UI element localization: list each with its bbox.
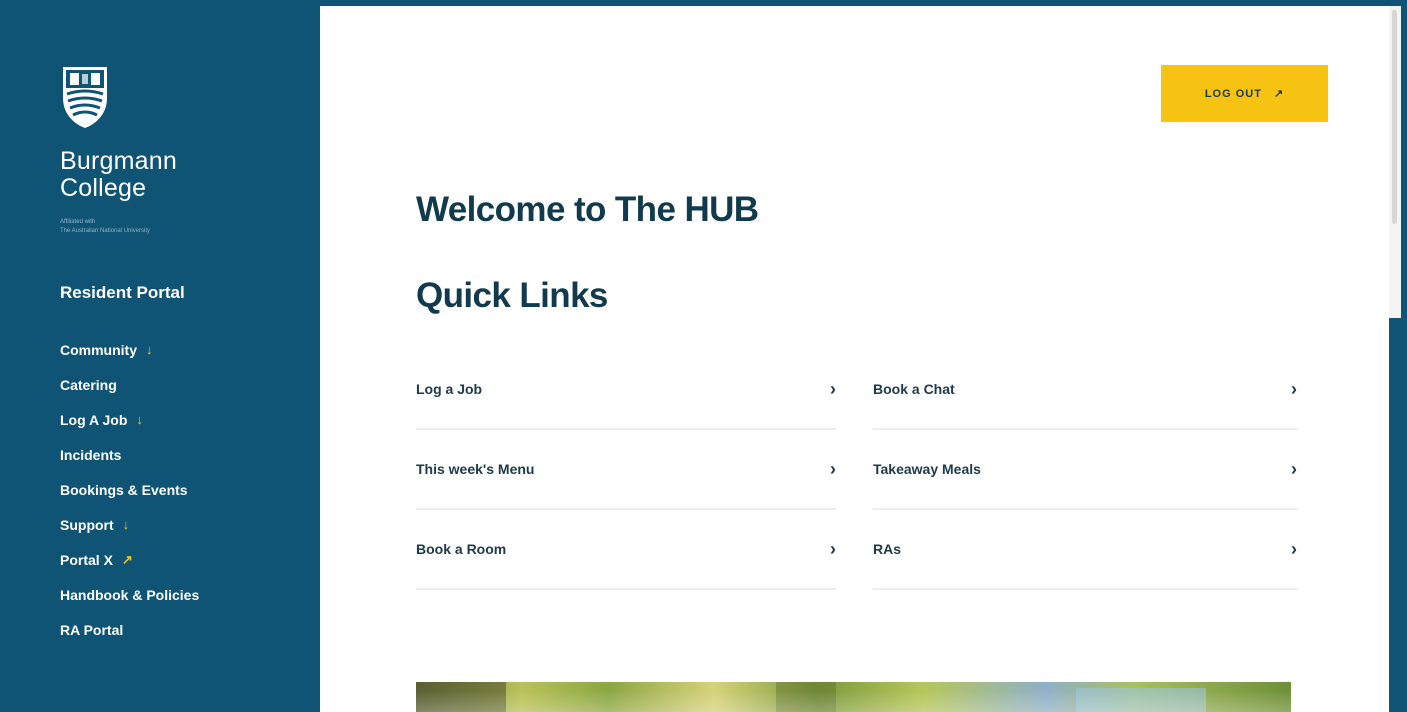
sidebar-nav: Community ↓ Catering Log A Job ↓ Inciden… bbox=[60, 332, 199, 647]
arrow-down-icon: ↓ bbox=[136, 412, 143, 427]
sidebar: Burgmann College Affiliated with The Aus… bbox=[8, 6, 320, 712]
chevron-right-icon: › bbox=[830, 378, 836, 399]
arrow-down-icon: ↓ bbox=[122, 517, 130, 532]
hero-image-sky bbox=[1076, 688, 1206, 712]
college-name-line1: Burgmann bbox=[60, 147, 177, 175]
quick-link-weekly-menu[interactable]: This week's Menu › bbox=[416, 430, 836, 510]
quick-link-label: Book a Chat bbox=[873, 381, 955, 397]
sidebar-item-label: Log A Job bbox=[60, 411, 128, 428]
sidebar-item-community[interactable]: Community ↓ bbox=[60, 332, 199, 367]
sidebar-item-label: Bookings & Events bbox=[60, 481, 188, 498]
chevron-right-icon: › bbox=[830, 538, 836, 559]
quick-link-label: Takeaway Meals bbox=[873, 461, 981, 477]
sidebar-item-label: Support bbox=[60, 516, 114, 533]
sidebar-item-ra-portal[interactable]: RA Portal bbox=[60, 612, 199, 647]
sidebar-item-label: Incidents bbox=[60, 446, 122, 463]
sidebar-item-log-a-job[interactable]: Log A Job ↓ bbox=[60, 402, 199, 437]
external-link-icon: ↗ bbox=[1273, 88, 1285, 100]
hero-image-trees bbox=[416, 682, 1291, 712]
sidebar-item-handbook-policies[interactable]: Handbook & Policies bbox=[60, 577, 199, 612]
affiliation-line1: Affiliated with bbox=[60, 219, 96, 225]
quick-link-ras[interactable]: RAs › bbox=[873, 510, 1297, 590]
quick-link-book-a-chat[interactable]: Book a Chat › bbox=[873, 350, 1297, 430]
sidebar-item-bookings-events[interactable]: Bookings & Events bbox=[60, 472, 199, 507]
scrollbar-thumb[interactable] bbox=[1392, 10, 1397, 224]
quick-link-log-a-job[interactable]: Log a Job › bbox=[416, 350, 836, 430]
college-crest-logo[interactable] bbox=[60, 64, 110, 130]
external-link-icon: ↗ bbox=[121, 551, 133, 567]
college-name-line2: College bbox=[60, 174, 147, 202]
college-name[interactable]: Burgmann College bbox=[60, 148, 177, 202]
chevron-right-icon: › bbox=[830, 458, 836, 479]
sidebar-item-support[interactable]: Support ↓ bbox=[60, 507, 199, 542]
logout-label: LOG OUT bbox=[1204, 87, 1262, 100]
sidebar-item-label: Handbook & Policies bbox=[60, 586, 200, 603]
quick-link-label: This week's Menu bbox=[416, 461, 535, 477]
window-frame-left bbox=[0, 0, 8, 712]
quick-link-book-a-room[interactable]: Book a Room › bbox=[416, 510, 836, 590]
affiliation-line2: The Australian National University bbox=[60, 228, 151, 234]
chevron-right-icon: › bbox=[1291, 458, 1297, 479]
portal-title[interactable]: Resident Portal bbox=[60, 283, 185, 303]
affiliation-text: Affiliated with The Australian National … bbox=[60, 218, 150, 236]
sidebar-item-label: Community bbox=[60, 341, 137, 358]
quick-link-label: Log a Job bbox=[416, 381, 483, 397]
sidebar-item-label: RA Portal bbox=[60, 621, 124, 638]
main-content: LOG OUT ↗ Welcome to The HUB Quick Links… bbox=[320, 6, 1389, 712]
arrow-down-icon: ↓ bbox=[146, 342, 153, 357]
window-frame-right bbox=[1401, 318, 1407, 712]
sidebar-item-label: Portal X bbox=[60, 551, 113, 568]
sidebar-item-label: Catering bbox=[60, 376, 117, 393]
logout-button[interactable]: LOG OUT ↗ bbox=[1161, 65, 1328, 122]
chevron-right-icon: › bbox=[1291, 378, 1297, 399]
sidebar-item-incidents[interactable]: Incidents bbox=[60, 437, 199, 472]
hero-image-shade bbox=[416, 682, 506, 712]
quick-links-heading: Quick Links bbox=[416, 276, 608, 315]
vertical-scrollbar[interactable] bbox=[1389, 6, 1401, 318]
quick-link-label: RAs bbox=[873, 541, 902, 557]
hero-image-shade bbox=[776, 682, 836, 712]
chevron-right-icon: › bbox=[1291, 538, 1297, 559]
sidebar-item-catering[interactable]: Catering bbox=[60, 367, 199, 402]
quick-link-takeaway-meals[interactable]: Takeaway Meals › bbox=[873, 430, 1297, 510]
sidebar-item-portal-x[interactable]: Portal X ↗ bbox=[60, 542, 199, 577]
page-title: Welcome to The HUB bbox=[416, 190, 759, 229]
quick-link-label: Book a Room bbox=[416, 541, 507, 557]
